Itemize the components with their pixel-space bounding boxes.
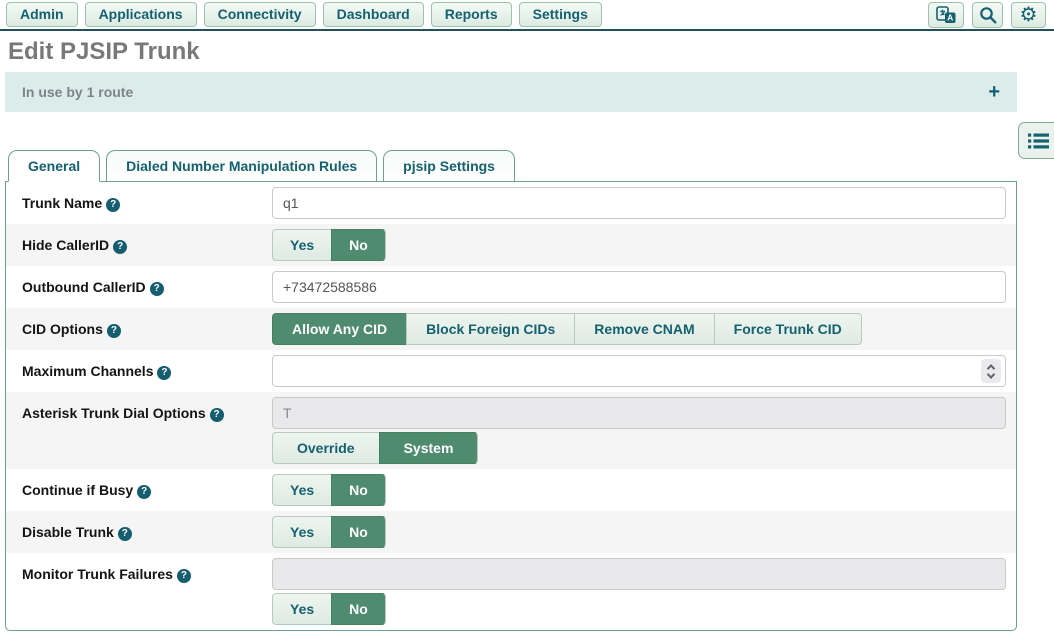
form-row-outbound-callerid: Outbound CallerID?	[6, 266, 1016, 308]
label-text: Trunk Name	[22, 195, 102, 211]
disable-trunk-yes[interactable]: Yes	[272, 516, 331, 548]
tab-general[interactable]: General	[8, 150, 100, 182]
svg-text:A: A	[947, 12, 953, 22]
continue-if-busy-toggle: Yes No	[272, 474, 386, 506]
form-row-maximum-channels: Maximum Channels?	[6, 350, 1016, 392]
form-row-continue-if-busy: Continue if Busy? Yes No	[6, 469, 1016, 511]
gear-icon: ⚙	[1020, 5, 1038, 25]
list-icon	[1028, 133, 1049, 149]
disable-trunk-label: Disable Trunk?	[22, 516, 272, 541]
asterisk-trunk-dial-options-label: Asterisk Trunk Dial Options?	[22, 397, 272, 422]
form-row-monitor-trunk-failures: Monitor Trunk Failures? Yes No	[6, 553, 1016, 630]
label-text: Asterisk Trunk Dial Options	[22, 405, 206, 421]
form-row-hide-callerid: Hide CallerID? Yes No	[6, 224, 1016, 266]
trunk-name-input[interactable]	[272, 187, 1006, 219]
form-row-cid-options: CID Options? Allow Any CID Block Foreign…	[6, 308, 1016, 350]
cid-block-foreign-cids[interactable]: Block Foreign CIDs	[406, 313, 574, 345]
trunk-name-label: Trunk Name?	[22, 187, 272, 212]
usage-notice-text: In use by 1 route	[22, 84, 133, 100]
label-text: Monitor Trunk Failures	[22, 566, 173, 582]
cid-remove-cnam[interactable]: Remove CNAM	[574, 313, 713, 345]
hide-callerid-toggle: Yes No	[272, 229, 386, 261]
nav-dashboard[interactable]: Dashboard	[323, 2, 424, 27]
disable-trunk-no[interactable]: No	[331, 516, 386, 548]
continue-if-busy-no[interactable]: No	[331, 474, 386, 506]
dial-options-system[interactable]: System	[379, 432, 479, 464]
language-icon: A	[935, 5, 957, 25]
help-icon[interactable]: ?	[177, 569, 191, 583]
help-icon[interactable]: ?	[150, 282, 164, 296]
nav-connectivity[interactable]: Connectivity	[204, 2, 316, 27]
nav-icon-group: A ⚙	[928, 2, 1048, 28]
expand-plus-icon[interactable]: +	[988, 81, 1000, 104]
list-toggle-button[interactable]	[1018, 122, 1054, 159]
nav-reports[interactable]: Reports	[431, 2, 512, 27]
label-text: Maximum Channels	[22, 363, 153, 379]
tab-pjsip-settings[interactable]: pjsip Settings	[383, 150, 515, 182]
form-row-trunk-name: Trunk Name?	[6, 182, 1016, 224]
form-panel: Trunk Name? Hide CallerID? Yes No Outbou…	[5, 181, 1017, 631]
monitor-trunk-failures-no[interactable]: No	[331, 593, 386, 625]
monitor-trunk-failures-input	[272, 558, 1006, 590]
form-row-disable-trunk: Disable Trunk? Yes No	[6, 511, 1016, 553]
help-icon[interactable]: ?	[137, 485, 151, 499]
monitor-trunk-failures-yes[interactable]: Yes	[272, 593, 331, 625]
maximum-channels-label: Maximum Channels?	[22, 355, 272, 380]
cid-options-label: CID Options?	[22, 313, 272, 338]
outbound-callerid-label: Outbound CallerID?	[22, 271, 272, 296]
top-nav: Admin Applications Connectivity Dashboar…	[0, 0, 1054, 31]
help-icon[interactable]: ?	[106, 198, 120, 212]
nav-settings[interactable]: Settings	[519, 2, 602, 27]
nav-admin[interactable]: Admin	[6, 2, 78, 27]
cid-force-trunk-cid[interactable]: Force Trunk CID	[714, 313, 862, 345]
monitor-trunk-failures-label: Monitor Trunk Failures?	[22, 558, 272, 583]
hide-callerid-yes[interactable]: Yes	[272, 229, 331, 261]
label-text: Disable Trunk	[22, 524, 114, 540]
hide-callerid-no[interactable]: No	[331, 229, 386, 261]
label-text: Hide CallerID	[22, 237, 109, 253]
dial-options-toggle: Override System	[272, 432, 478, 464]
cid-options-group: Allow Any CID Block Foreign CIDs Remove …	[272, 313, 862, 345]
tab-bar: General Dialed Number Manipulation Rules…	[8, 150, 1017, 181]
settings-gear-button[interactable]: ⚙	[1011, 2, 1046, 28]
usage-notice-panel: In use by 1 route +	[5, 72, 1017, 112]
hide-callerid-label: Hide CallerID?	[22, 229, 272, 254]
help-icon[interactable]: ?	[157, 366, 171, 380]
language-button[interactable]: A	[928, 2, 964, 28]
continue-if-busy-yes[interactable]: Yes	[272, 474, 331, 506]
number-spinner[interactable]	[981, 359, 1001, 383]
continue-if-busy-label: Continue if Busy?	[22, 474, 272, 499]
help-icon[interactable]: ?	[210, 408, 224, 422]
label-text: CID Options	[22, 321, 103, 337]
maximum-channels-input[interactable]	[272, 355, 1006, 387]
help-icon[interactable]: ?	[107, 324, 121, 338]
monitor-trunk-failures-toggle: Yes No	[272, 593, 386, 625]
label-text: Outbound CallerID	[22, 279, 146, 295]
dial-options-input	[272, 397, 1006, 429]
search-button[interactable]	[972, 2, 1003, 28]
form-row-asterisk-trunk-dial-options: Asterisk Trunk Dial Options? Override Sy…	[6, 392, 1016, 469]
search-icon	[979, 6, 997, 24]
disable-trunk-toggle: Yes No	[272, 516, 386, 548]
page-title: Edit PJSIP Trunk	[8, 38, 1046, 66]
help-icon[interactable]: ?	[113, 240, 127, 254]
help-icon[interactable]: ?	[118, 527, 132, 541]
label-text: Continue if Busy	[22, 482, 133, 498]
nav-applications[interactable]: Applications	[85, 2, 197, 27]
outbound-callerid-input[interactable]	[272, 271, 1006, 303]
dial-options-override[interactable]: Override	[272, 432, 379, 464]
tab-dialed-number-manipulation-rules[interactable]: Dialed Number Manipulation Rules	[106, 150, 377, 182]
spinner-down-icon	[987, 370, 995, 378]
cid-allow-any-cid[interactable]: Allow Any CID	[272, 313, 406, 345]
